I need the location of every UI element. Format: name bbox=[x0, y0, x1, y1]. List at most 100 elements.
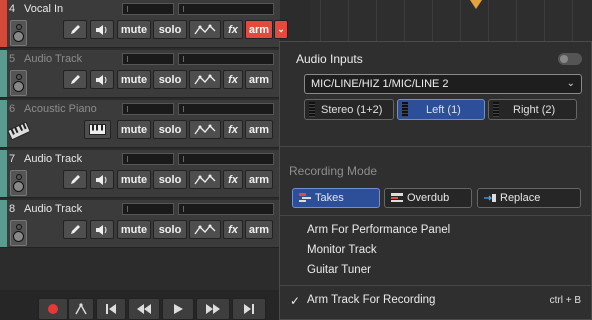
track-row[interactable]: 6 Acoustic Piano mute solo fx arm bbox=[0, 100, 280, 148]
arm-button[interactable]: arm bbox=[245, 220, 273, 239]
mode-takes-button[interactable]: Takes bbox=[292, 188, 380, 208]
mode-overdub-button[interactable]: Overdub bbox=[384, 188, 472, 208]
pencil-icon[interactable] bbox=[63, 170, 87, 189]
checkmark-icon: ✓ bbox=[290, 294, 301, 308]
chevron-down-icon[interactable]: ⌄ bbox=[274, 20, 288, 39]
pencil-icon[interactable] bbox=[63, 220, 87, 239]
track-number: 8 bbox=[9, 203, 16, 215]
speaker-icon[interactable] bbox=[10, 220, 27, 246]
takes-icon bbox=[299, 193, 311, 203]
track-row[interactable]: 7 Audio Track mute solo fx arm bbox=[0, 150, 280, 198]
arm-button[interactable]: arm bbox=[245, 70, 273, 89]
play-icon[interactable] bbox=[162, 298, 194, 320]
fx-button[interactable]: fx bbox=[223, 20, 243, 39]
channel-label: Left (1) bbox=[426, 103, 461, 116]
record-icon[interactable] bbox=[38, 298, 68, 320]
volume-icon[interactable] bbox=[90, 20, 114, 39]
menu-item-arm-track[interactable]: Arm Track For Recording bbox=[307, 294, 435, 306]
channel-right-button[interactable]: Right (2) bbox=[488, 99, 577, 120]
go-to-end-icon[interactable] bbox=[232, 298, 266, 320]
keyboard-icon[interactable] bbox=[84, 120, 111, 139]
solo-button[interactable]: solo bbox=[153, 70, 187, 89]
track-row[interactable]: 5 Audio Track mute solo fx arm bbox=[0, 50, 280, 98]
track-number: 5 bbox=[9, 53, 16, 65]
level-meter bbox=[122, 103, 174, 115]
level-meter bbox=[122, 153, 174, 165]
mode-replace-button[interactable]: Replace bbox=[477, 188, 581, 208]
chevron-down-icon: ⌄ bbox=[566, 78, 575, 89]
mute-button[interactable]: mute bbox=[117, 70, 151, 89]
divider bbox=[280, 215, 591, 216]
channel-label: Right (2) bbox=[513, 103, 556, 116]
level-meter bbox=[122, 203, 174, 215]
keyboard-icon[interactable] bbox=[7, 121, 31, 141]
level-meter bbox=[178, 53, 274, 65]
mute-button[interactable]: mute bbox=[117, 120, 151, 139]
menu-item-arm-performance[interactable]: Arm For Performance Panel bbox=[307, 224, 450, 236]
fx-button[interactable]: fx bbox=[223, 70, 243, 89]
mute-button[interactable]: mute bbox=[117, 220, 151, 239]
panel-title: Audio Inputs bbox=[296, 52, 363, 66]
track-list: 4 Vocal In mute solo fx arm ⌄ 5 Audio Tr… bbox=[0, 0, 310, 290]
rewind-icon[interactable] bbox=[128, 298, 160, 320]
menu-item-monitor-track[interactable]: Monitor Track bbox=[307, 244, 377, 256]
input-select[interactable]: MIC/LINE/HIZ 1/MIC/LINE 2 ⌄ bbox=[304, 74, 582, 94]
level-meter bbox=[122, 53, 174, 65]
divider bbox=[280, 146, 591, 147]
track-name[interactable]: Audio Track bbox=[24, 53, 82, 65]
mute-button[interactable]: mute bbox=[117, 170, 151, 189]
channel-label: Stereo (1+2) bbox=[321, 103, 383, 116]
audio-inputs-toggle[interactable] bbox=[558, 53, 582, 65]
level-meter bbox=[178, 3, 274, 15]
fx-button[interactable]: fx bbox=[223, 220, 243, 239]
track-name[interactable]: Acoustic Piano bbox=[24, 103, 97, 115]
track-row[interactable]: 4 Vocal In mute solo fx arm ⌄ bbox=[0, 0, 288, 48]
track-name[interactable]: Vocal In bbox=[24, 3, 63, 15]
speaker-icon[interactable] bbox=[10, 170, 27, 196]
pencil-icon[interactable] bbox=[63, 20, 87, 39]
track-number: 7 bbox=[9, 153, 16, 165]
arm-button[interactable]: arm bbox=[245, 20, 273, 39]
volume-icon[interactable] bbox=[90, 170, 114, 189]
automation-icon[interactable] bbox=[189, 70, 221, 89]
automation-icon[interactable] bbox=[68, 298, 94, 320]
track-name[interactable]: Audio Track bbox=[24, 153, 82, 165]
track-name[interactable]: Audio Track bbox=[24, 203, 82, 215]
timeline bbox=[282, 0, 592, 42]
track-color bbox=[0, 0, 7, 47]
track-row[interactable]: 8 Audio Track mute solo fx arm bbox=[0, 200, 280, 248]
arm-button[interactable]: arm bbox=[245, 170, 273, 189]
speaker-icon[interactable] bbox=[10, 70, 27, 96]
track-color bbox=[0, 50, 7, 97]
menu-item-guitar-tuner[interactable]: Guitar Tuner bbox=[307, 264, 371, 276]
fx-button[interactable]: fx bbox=[223, 170, 243, 189]
fx-button[interactable]: fx bbox=[223, 120, 243, 139]
automation-icon[interactable] bbox=[189, 120, 221, 139]
solo-button[interactable]: solo bbox=[153, 20, 187, 39]
volume-icon[interactable] bbox=[90, 220, 114, 239]
track-number: 4 bbox=[9, 3, 16, 15]
automation-icon[interactable] bbox=[189, 220, 221, 239]
automation-icon[interactable] bbox=[189, 170, 221, 189]
level-meter bbox=[178, 153, 274, 165]
go-to-start-icon[interactable] bbox=[96, 298, 126, 320]
mute-button[interactable]: mute bbox=[117, 20, 151, 39]
playhead-marker[interactable] bbox=[470, 0, 482, 9]
speaker-icon[interactable] bbox=[10, 20, 27, 46]
track-color bbox=[0, 150, 7, 197]
solo-button[interactable]: solo bbox=[153, 120, 187, 139]
arm-button[interactable]: arm bbox=[245, 120, 273, 139]
pencil-icon[interactable] bbox=[63, 70, 87, 89]
shortcut-label: ctrl + B bbox=[549, 295, 581, 306]
replace-icon bbox=[484, 193, 496, 203]
recording-mode-label: Recording Mode bbox=[289, 164, 378, 178]
automation-icon[interactable] bbox=[189, 20, 221, 39]
channel-stereo-button[interactable]: Stereo (1+2) bbox=[304, 99, 394, 120]
solo-button[interactable]: solo bbox=[153, 170, 187, 189]
volume-icon[interactable] bbox=[90, 70, 114, 89]
input-select-value: MIC/LINE/HIZ 1/MIC/LINE 2 bbox=[311, 78, 449, 90]
channel-left-button[interactable]: Left (1) bbox=[397, 99, 485, 120]
solo-button[interactable]: solo bbox=[153, 220, 187, 239]
mode-label: Replace bbox=[500, 192, 541, 204]
fast-forward-icon[interactable] bbox=[196, 298, 230, 320]
